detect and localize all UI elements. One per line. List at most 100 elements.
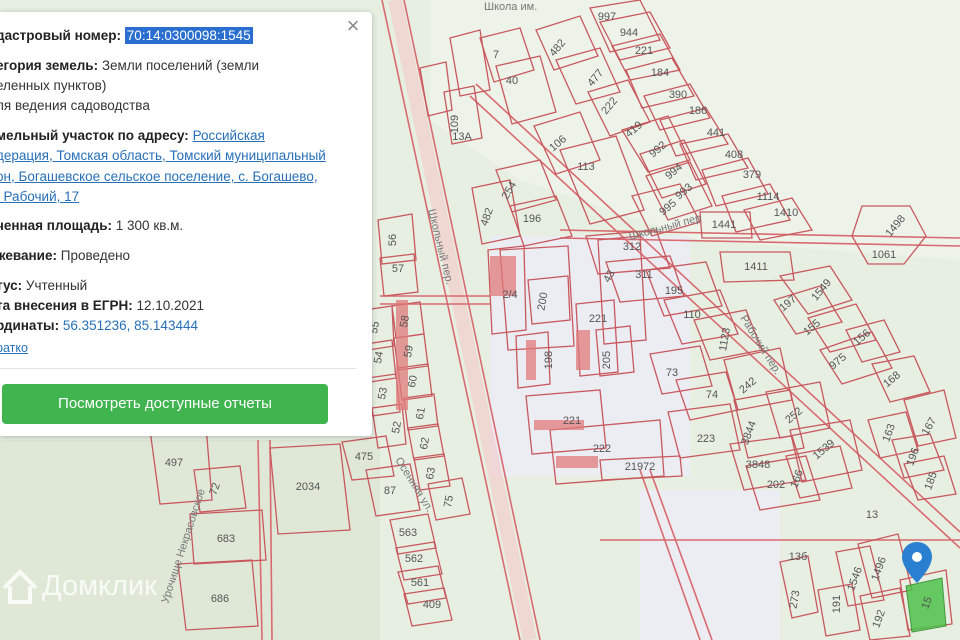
parcel-label: 56	[387, 234, 399, 246]
cadastral-label: дастровый номер:	[0, 28, 122, 43]
street-label: Школа им.	[484, 1, 537, 13]
parcel-label: 2034	[296, 481, 320, 493]
survey-value: Проведено	[60, 248, 131, 263]
parcel-label: 683	[217, 533, 235, 545]
parcel-label: 53	[376, 386, 390, 400]
parcel-label: 221	[635, 45, 653, 57]
address-line2[interactable]: дерация, Томская область, Томский муници…	[0, 146, 326, 167]
area-label: ченная площадь:	[0, 218, 113, 233]
parcel-label: 1410	[774, 207, 798, 219]
parcel-label: 1441	[712, 219, 736, 231]
parcel-label: 202	[767, 479, 785, 491]
parcel-label: 73	[666, 367, 678, 379]
egrn-value: 12.10.2021	[136, 298, 205, 313]
egrn-row: та внесения в ЕГРН: 12.10.2021	[0, 296, 204, 317]
parcel-label: 562	[405, 553, 423, 565]
egrn-label: та внесения в ЕГРН:	[0, 298, 133, 313]
area-value: 1 300 кв.м.	[115, 218, 184, 233]
address-row: мельный участок по адресу: Российская	[0, 126, 265, 147]
parcel-label: 2/4	[502, 289, 517, 301]
parcel-label: 74	[706, 389, 718, 401]
watermark-text: Домклик	[42, 570, 157, 602]
view-reports-button[interactable]: Посмотреть доступные отчеты	[2, 384, 328, 424]
parcel-label: 497	[165, 457, 183, 469]
divider	[0, 368, 356, 369]
parcel-label: 62	[418, 436, 432, 450]
survey-label: жевание:	[0, 248, 57, 263]
parcel-label: 58	[398, 314, 412, 328]
status-value: Учтенный	[25, 278, 88, 293]
coords-row: рдинаты: 56.351236, 85.143444	[0, 316, 198, 337]
parcel-label: 57	[392, 263, 404, 275]
status-row: тус: Учтенный	[0, 276, 87, 297]
parcel-label: 54	[372, 350, 386, 364]
parcel-label: 409	[423, 599, 441, 611]
parcel-label: 997	[598, 11, 616, 23]
parcel-label: 61	[414, 406, 428, 420]
area-row: ченная площадь: 1 300 кв.м.	[0, 216, 183, 237]
domclick-watermark: Домклик	[0, 566, 200, 606]
parcel-label: 379	[743, 169, 761, 181]
parcel-label: 186	[689, 105, 707, 117]
parcel-label: 1411	[744, 261, 768, 273]
address-label: мельный участок по адресу:	[0, 128, 189, 143]
address-line4[interactable]: , Рабочий, 17	[0, 187, 79, 208]
brief-link[interactable]: ратко	[0, 341, 28, 355]
category-line2: еленных пунктов)	[0, 78, 107, 93]
address-line3[interactable]: он, Богашевское сельское поселение, с. Б…	[0, 167, 318, 188]
parcel-label: 63	[424, 466, 438, 480]
parcel-label: 408	[725, 149, 743, 161]
parcel-label: 52	[390, 420, 404, 434]
parcel-label: 13	[866, 509, 878, 521]
parcel-label: 223	[697, 433, 715, 445]
category-row: егория земель: Земли поселений (земли	[0, 56, 259, 77]
category-value: Земли поселений (земли	[101, 58, 260, 73]
coords-label: рдинаты:	[0, 318, 60, 333]
parcel-label: 686	[211, 593, 229, 605]
coords-value[interactable]: 56.351236, 85.143444	[63, 318, 198, 333]
parcel-label: 40	[506, 75, 518, 87]
domclick-logo-icon	[2, 569, 38, 604]
parcel-label: 221	[563, 415, 581, 427]
parcel-label: 944	[620, 27, 638, 39]
parcel-label: 7	[493, 49, 499, 61]
parcel-label: 87	[384, 485, 396, 497]
cadastral-number[interactable]: 70:14:0300098:1545	[124, 27, 253, 44]
brief-row[interactable]: ратко	[0, 338, 28, 359]
parcel-label: 1061	[872, 249, 896, 261]
parcel-label: 110	[683, 309, 701, 321]
parcel-label: 311	[635, 269, 653, 281]
parcel-label: 563	[399, 527, 417, 539]
address-link-line3[interactable]: он, Богашевское сельское поселение, с. Б…	[0, 169, 318, 184]
parcel-label: 113	[577, 161, 595, 173]
parcel-label: 21972	[625, 461, 656, 473]
cadastral-row: дастровый номер: 70:14:0300098:1545	[0, 26, 253, 47]
parcel-label: 205	[601, 351, 613, 369]
survey-row: жевание: Проведено	[0, 246, 130, 267]
parcel-label: 191	[831, 595, 843, 613]
address-link-line2[interactable]: дерация, Томская область, Томский муници…	[0, 148, 326, 163]
parcel-label: 221	[589, 313, 607, 325]
parcel-label: 3848	[746, 459, 770, 471]
category-line3: ля ведения садоводства	[0, 98, 150, 113]
parcel-label: 59	[402, 344, 416, 358]
parcel-label: 13А	[452, 131, 472, 143]
parcel-label: 441	[707, 127, 725, 139]
parcel-label: 13б	[789, 551, 808, 563]
address-link-line4[interactable]: , Рабочий, 17	[0, 189, 79, 204]
status-label: тус:	[0, 278, 23, 293]
parcel-label: 1114	[757, 191, 780, 203]
parcel-label: 475	[355, 451, 373, 463]
parcel-label: 195	[665, 285, 683, 297]
parcel-info-popup: × дастровый номер: 70:14:0300098:1545 ег…	[0, 12, 372, 436]
parcel-label: 60	[406, 374, 420, 388]
address-link[interactable]: Российская	[193, 128, 265, 143]
parcel-label: 196	[523, 213, 541, 225]
parcel-label: 75	[442, 494, 456, 508]
parcel-label: 561	[411, 577, 429, 589]
close-icon[interactable]: ×	[343, 15, 363, 37]
parcel-label: 184	[651, 67, 669, 79]
category-label: егория земель:	[0, 58, 99, 73]
parcel-label: 390	[669, 89, 687, 101]
parcel-label: 198	[543, 351, 555, 369]
